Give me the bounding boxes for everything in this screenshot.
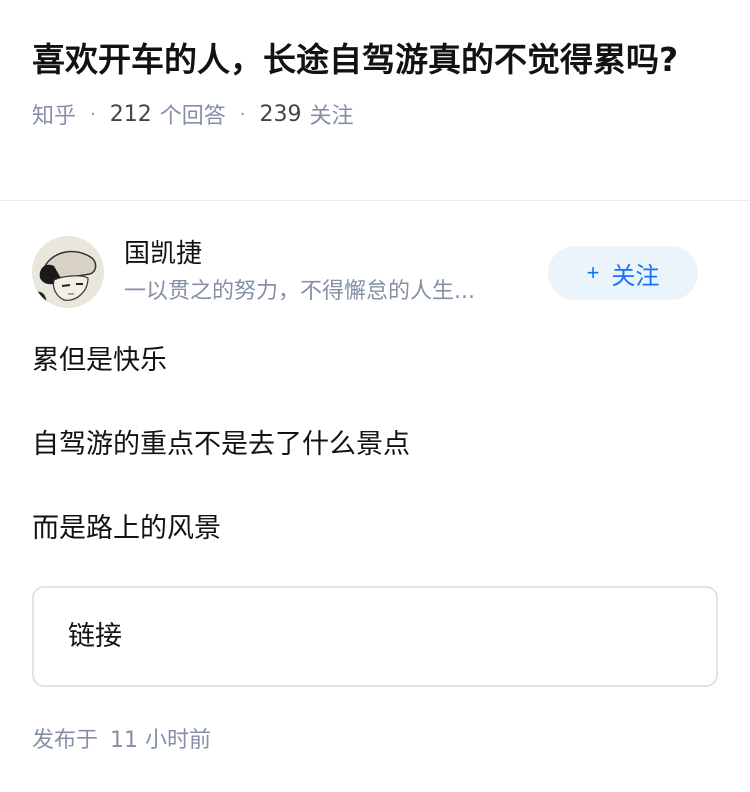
author-card: 国凯捷 一以贯之的努力，不得懈怠的人生... + 关注	[32, 236, 718, 308]
answers-label[interactable]: 个回答	[160, 98, 226, 130]
author-name[interactable]: 国凯捷	[124, 237, 202, 271]
follow-button-label: 关注	[611, 262, 660, 290]
meta-separator: ·	[90, 103, 96, 125]
author-bio: 一以贯之的努力，不得懈怠的人生...	[124, 279, 475, 304]
answer-content: 累但是快乐 自驾游的重点不是去了什么景点 而是路上的风景	[32, 340, 718, 550]
answer-paragraph: 自驾游的重点不是去了什么景点	[32, 429, 410, 460]
published-time: 11 小时前	[110, 728, 212, 753]
published-prefix: 发布于	[32, 728, 99, 753]
anime-character-avatar-icon	[32, 236, 104, 308]
section-divider	[0, 200, 750, 201]
avatar[interactable]	[32, 236, 104, 308]
plus-icon: +	[586, 260, 600, 285]
question-header: 喜欢开车的人，长途自驾游真的不觉得累吗? 知乎 · 212 个回答 · 239 …	[32, 34, 722, 130]
link-card-label: 链接	[68, 621, 122, 652]
publish-info: 发布于 11 小时前	[32, 722, 211, 754]
question-title[interactable]: 喜欢开车的人，长途自驾游真的不觉得累吗?	[32, 34, 722, 85]
answer-paragraph: 累但是快乐	[32, 345, 167, 376]
answer-paragraph: 而是路上的风景	[32, 513, 221, 544]
follow-button[interactable]: + 关注	[548, 246, 698, 300]
meta-separator: ·	[239, 103, 246, 125]
source-label[interactable]: 知乎	[32, 98, 76, 130]
answers-count: 212	[109, 101, 152, 127]
link-card[interactable]: 链接	[32, 586, 718, 687]
question-meta: 知乎 · 212 个回答 · 239 关注	[32, 98, 722, 130]
followers-label[interactable]: 关注	[310, 98, 354, 130]
followers-count: 239	[259, 101, 302, 127]
